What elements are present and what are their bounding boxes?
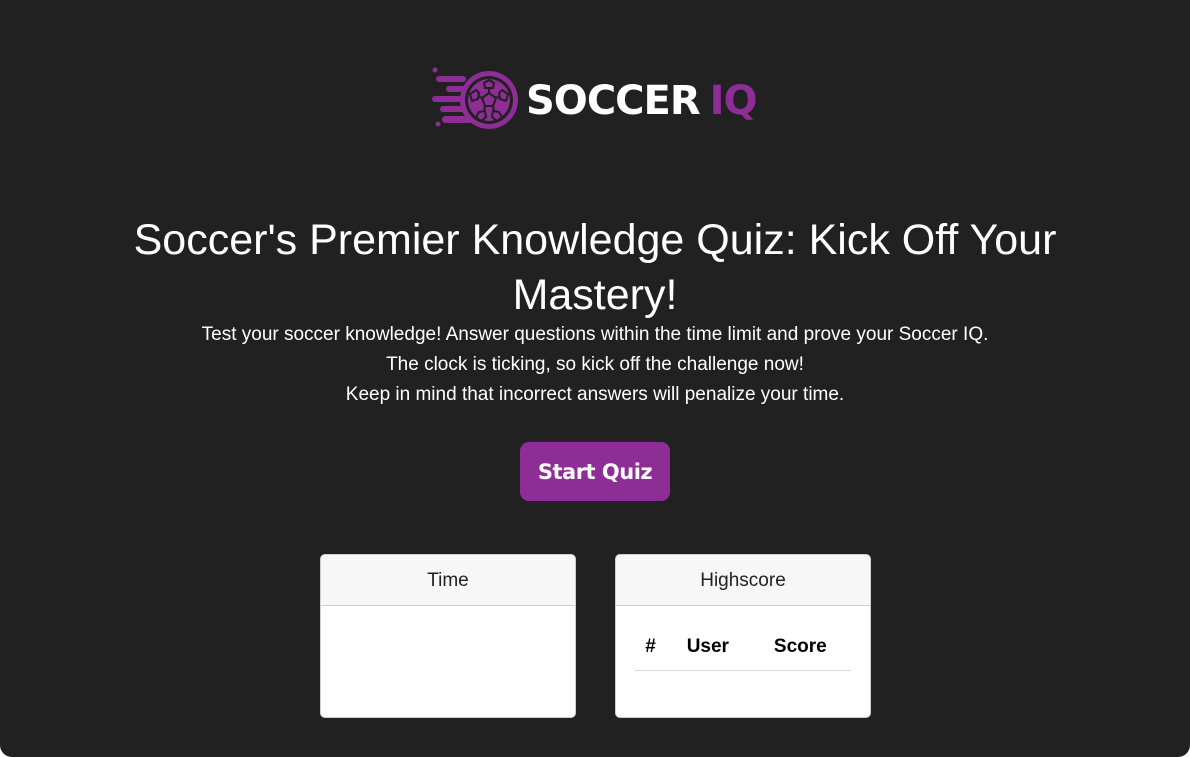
highscore-table: # User Score: [635, 628, 851, 671]
column-header-user: User: [665, 628, 750, 671]
logo-wordmark: SOCCER IQ: [526, 78, 758, 124]
highscore-card-header: Highscore: [616, 555, 870, 606]
column-header-score: Score: [749, 628, 851, 671]
soccer-iq-logo: SOCCER IQ: [432, 66, 762, 136]
time-card: Time: [320, 554, 576, 718]
quiz-app: SOCCER IQ Soccer's Premier Knowledge Quiz…: [0, 0, 1190, 757]
page-title: Soccer's Premier Knowledge Quiz: Kick Of…: [133, 216, 1057, 319]
intro-line: Test your soccer knowledge! Answer quest…: [201, 324, 989, 345]
column-header-rank: #: [635, 628, 666, 671]
logo-word-soccer: SOCCER: [526, 78, 701, 124]
intro-line: Keep in mind that incorrect answers will…: [345, 384, 845, 405]
highscore-header-row: # User Score: [635, 628, 851, 671]
time-card-header: Time: [321, 555, 575, 606]
soccer-ball-icon: [432, 67, 518, 129]
logo-word-iq: IQ: [709, 78, 758, 124]
intro-line: The clock is ticking, so kick off the ch…: [386, 354, 804, 375]
intro-text: Test your soccer knowledge! Answer quest…: [95, 320, 1095, 410]
highscore-card: Highscore # User Score: [615, 554, 871, 718]
start-quiz-button[interactable]: Start Quiz: [520, 442, 670, 501]
